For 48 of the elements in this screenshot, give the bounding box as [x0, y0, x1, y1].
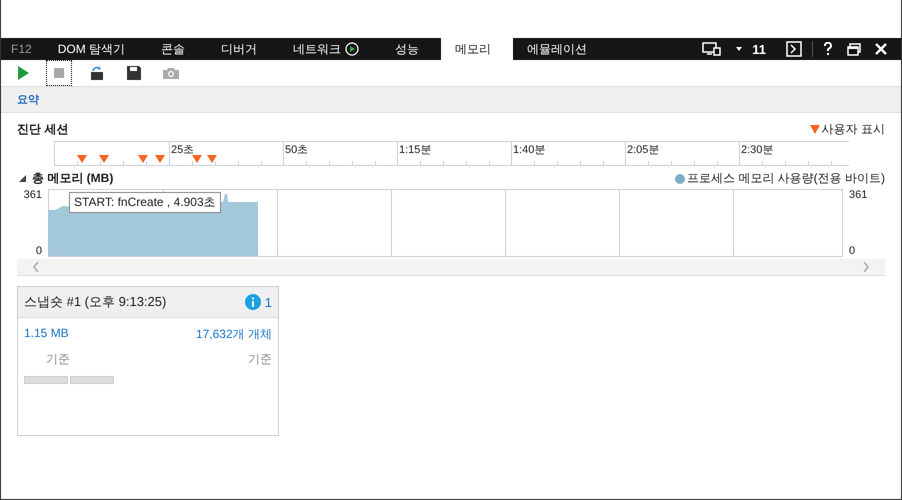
baseline-label: 기준	[248, 351, 272, 368]
user-mark-icon	[810, 125, 820, 134]
summary-tab[interactable]: 요약	[17, 92, 39, 107]
close-icon[interactable]	[875, 43, 887, 55]
monitor-icon[interactable]	[702, 42, 722, 56]
info-count[interactable]: 1	[264, 294, 272, 310]
time-label: 2:30분	[740, 144, 774, 156]
tooltip: START: fnCreate , 4.903초	[69, 192, 221, 213]
play-icon[interactable]	[17, 66, 29, 80]
axis-label: 0	[849, 245, 856, 257]
baseline-label: 기준	[45, 351, 70, 368]
collapse-icon[interactable]	[19, 175, 26, 182]
devtools-tab[interactable]: 메모리	[441, 38, 514, 60]
object-count-link[interactable]: 17,632개 개체	[196, 326, 272, 343]
import-icon[interactable]	[89, 65, 105, 81]
console-icon[interactable]	[786, 41, 802, 57]
snapshot-title: 스냅숏 #1 (오후 9:13:25)	[24, 293, 166, 311]
time-label: 2:05분	[626, 144, 660, 156]
legend-label: 프로세스 메모리 사용량(전용 바이트)	[687, 170, 885, 187]
restore-icon[interactable]	[847, 42, 861, 56]
help-icon[interactable]	[823, 42, 833, 56]
devtools-tab[interactable]: 디버거	[207, 38, 280, 60]
legend-dot	[675, 174, 685, 184]
memory-title: 총 메모리 (MB)	[32, 170, 114, 187]
play-circle-icon	[345, 42, 360, 56]
devtools-tab[interactable]: 성능	[381, 38, 442, 60]
axis-label: 0	[36, 245, 42, 257]
user-mark-icon	[99, 155, 109, 163]
time-label: 1:15분	[398, 144, 432, 156]
time-label: 50초	[284, 144, 308, 156]
session-title: 진단 세션	[17, 121, 68, 138]
devtools-tab[interactable]: 콘솔	[147, 38, 208, 60]
info-icon[interactable]	[244, 294, 261, 310]
user-mark-icon	[77, 155, 87, 163]
heap-size-link[interactable]: 1.15 MB	[24, 326, 69, 343]
axis-label: 361	[849, 189, 868, 201]
axis-label: 361	[24, 189, 42, 201]
snapshot-card[interactable]: 스냅숏 #1 (오후 9:13:25) 1 1.15 MB 17,632개 개체 기준 기준	[17, 286, 279, 436]
time-label: 1:40분	[512, 144, 546, 156]
devtools-tab[interactable]: 네트워크	[279, 38, 382, 60]
devtools-tab[interactable]: F12	[1, 38, 44, 60]
devtools-tab[interactable]: DOM 탐색기	[44, 38, 148, 60]
caret-icon[interactable]	[736, 47, 742, 51]
devtools-tab[interactable]: 에뮬레이션	[513, 38, 610, 60]
time-label: 25초	[170, 144, 194, 156]
save-icon[interactable]	[127, 66, 141, 80]
user-mark-legend: 사용자 표시	[822, 121, 885, 138]
target-count[interactable]: 11	[752, 42, 766, 56]
